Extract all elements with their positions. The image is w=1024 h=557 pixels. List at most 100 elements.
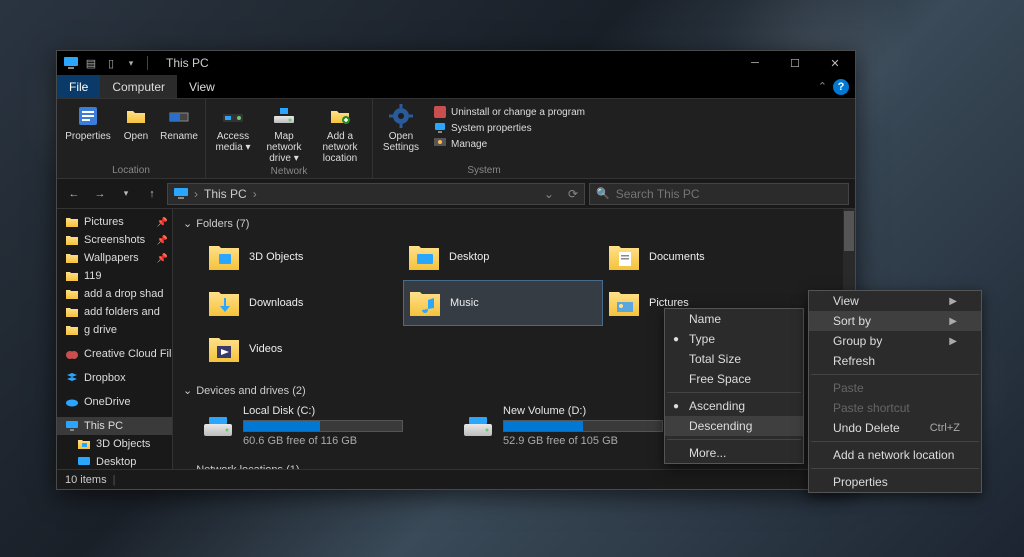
ribbon-collapse-icon[interactable]: ⌃ (818, 80, 827, 93)
folder-desktop[interactable]: Desktop (403, 234, 603, 280)
folder-yellow-icon (65, 233, 79, 247)
folder-downloads[interactable]: Downloads (203, 280, 403, 326)
properties-button[interactable]: Properties (63, 103, 113, 142)
ctx-undo-delete[interactable]: Undo DeleteCtrl+Z (809, 418, 981, 438)
sortby-name[interactable]: Name (665, 309, 803, 329)
tab-file[interactable]: File (57, 75, 100, 98)
sidebar-item-label: Desktop (96, 456, 136, 468)
search-input[interactable] (616, 187, 842, 201)
folder-3d-objects[interactable]: 3D Objects (203, 234, 403, 280)
drive-usage-bar (243, 420, 403, 432)
window-title: This PC (166, 56, 209, 70)
uninstall-program-button[interactable]: Uninstall or change a program (433, 105, 585, 119)
sidebar-item-screenshots[interactable]: Screenshots📌 (57, 231, 172, 249)
sidebar-item-dropbox[interactable]: Dropbox (57, 369, 172, 387)
system-properties-button[interactable]: System properties (433, 121, 585, 135)
ctx-view[interactable]: View▶ (809, 291, 981, 311)
sortby-submenu[interactable]: Name●TypeTotal SizeFree Space ●AscendingD… (664, 308, 804, 464)
ctx-properties[interactable]: Properties (809, 472, 981, 492)
sidebar-item-onedrive[interactable]: OneDrive (57, 393, 172, 411)
folder-icon (607, 240, 641, 274)
sortby-free-space[interactable]: Free Space (665, 369, 803, 389)
tab-view[interactable]: View (177, 75, 227, 98)
tab-computer[interactable]: Computer (100, 75, 177, 98)
forward-button[interactable]: → (89, 183, 111, 205)
sidebar-item-pictures[interactable]: Pictures📌 (57, 213, 172, 231)
sidebar-item-label: This PC (84, 420, 123, 432)
drive-free-text: 52.9 GB free of 105 GB (503, 435, 663, 447)
sidebar-item-wallpapers[interactable]: Wallpapers📌 (57, 249, 172, 267)
folder-icon (207, 240, 241, 274)
folder-videos[interactable]: Videos (203, 326, 403, 372)
ctx-add-network-location[interactable]: Add a network location (809, 445, 981, 465)
thispc-systemicon (63, 55, 79, 71)
maximize-button[interactable]: ☐ (775, 51, 815, 75)
folder-yellow-icon (65, 287, 79, 301)
sortby-type[interactable]: ●Type (665, 329, 803, 349)
sortby-total-size[interactable]: Total Size (665, 349, 803, 369)
open-button[interactable]: Open (119, 103, 153, 142)
sidebar-item-gdrive[interactable]: g drive (57, 321, 172, 339)
folder-yellow-icon (65, 305, 79, 319)
minimize-button[interactable]: ─ (735, 51, 775, 75)
folder-icon (607, 286, 641, 320)
folder-documents[interactable]: Documents (603, 234, 803, 280)
help-icon[interactable]: ? (833, 79, 849, 95)
folder-yellow-icon (65, 269, 79, 283)
chevron-down-icon: ⌄ (183, 217, 192, 230)
folder-label: Videos (249, 343, 282, 355)
context-menu[interactable]: View▶ Sort by▶ Group by▶ Refresh Paste P… (808, 290, 982, 493)
ctx-sortby[interactable]: Sort by▶ (809, 311, 981, 331)
sidebar-item-label: 3D Objects (96, 438, 150, 450)
map-network-drive-button[interactable]: Map network drive ▾ (260, 103, 308, 164)
address-bar[interactable]: › This PC › ⌄ ⟳ (167, 183, 585, 205)
sortby-more[interactable]: More... (665, 443, 803, 463)
manage-button[interactable]: Manage (433, 137, 585, 151)
folder-label: Music (450, 297, 479, 309)
title-bar: ▤ ▯ ▾ This PC ─ ☐ ✕ (57, 51, 855, 75)
sidebar-item-desktop[interactable]: Desktop (57, 453, 172, 469)
refresh-icon[interactable]: ⟳ (568, 187, 578, 201)
ribbon-group-network: Access media ▾ Map network drive ▾ Add a… (206, 99, 373, 178)
sidebar-item-label: add a drop shad (84, 288, 164, 300)
sortorder-ascending[interactable]: ●Ascending (665, 396, 803, 416)
qat-properties-icon[interactable]: ▤ (83, 55, 99, 71)
close-button[interactable]: ✕ (815, 51, 855, 75)
pin-icon: 📌 (157, 235, 168, 246)
folder-icon (408, 286, 442, 320)
sidebar-item-adddrop[interactable]: add a drop shad (57, 285, 172, 303)
status-item-count: 10 items (65, 474, 107, 486)
search-icon: 🔍 (596, 187, 610, 200)
sidebar-item-3dobjects[interactable]: 3D Objects (57, 435, 172, 453)
folder-icon (407, 240, 441, 274)
recent-dropdown[interactable]: ▾ (115, 183, 137, 205)
sortorder-descending[interactable]: Descending (665, 416, 803, 436)
drive-usage-bar (503, 420, 663, 432)
sidebar-item-creative[interactable]: Creative Cloud Fil (57, 345, 172, 363)
qat-undo-icon[interactable]: ▯ (103, 55, 119, 71)
access-media-button[interactable]: Access media ▾ (212, 103, 254, 153)
nav-sidebar[interactable]: Pictures📌Screenshots📌Wallpapers📌119 add a… (57, 209, 173, 469)
ribbon: Properties Open Rename Location Access m… (57, 99, 855, 179)
qat-caret-icon[interactable]: ▾ (123, 55, 139, 71)
add-network-location-button[interactable]: Add a network location (314, 103, 366, 164)
ctx-groupby[interactable]: Group by▶ (809, 331, 981, 351)
drive-local-disk-c-[interactable]: Local Disk (C:)60.6 GB free of 116 GB (183, 401, 443, 451)
sidebar-item-119[interactable]: 119 (57, 267, 172, 285)
sidebar-item-addfolders[interactable]: add folders and (57, 303, 172, 321)
ctx-refresh[interactable]: Refresh (809, 351, 981, 371)
address-dropdown-icon[interactable]: ⌄ (544, 187, 554, 201)
back-button[interactable]: ← (63, 183, 85, 205)
ribbon-group-location: Properties Open Rename Location (57, 99, 206, 178)
folders-section-header[interactable]: ⌄ Folders (7) (183, 213, 845, 234)
folder-label: 3D Objects (249, 251, 303, 263)
rename-button[interactable]: Rename (159, 103, 199, 142)
sidebar-item-thispc[interactable]: This PC (57, 417, 172, 435)
folder-music[interactable]: Music (403, 280, 603, 326)
ribbon-tabs: File Computer View ⌃ ? (57, 75, 855, 99)
folder-label: Documents (649, 251, 705, 263)
up-button[interactable]: ↑ (141, 183, 163, 205)
search-bar[interactable]: 🔍 (589, 183, 849, 205)
thispc-icon (65, 419, 79, 433)
open-settings-button[interactable]: Open Settings (379, 103, 423, 153)
